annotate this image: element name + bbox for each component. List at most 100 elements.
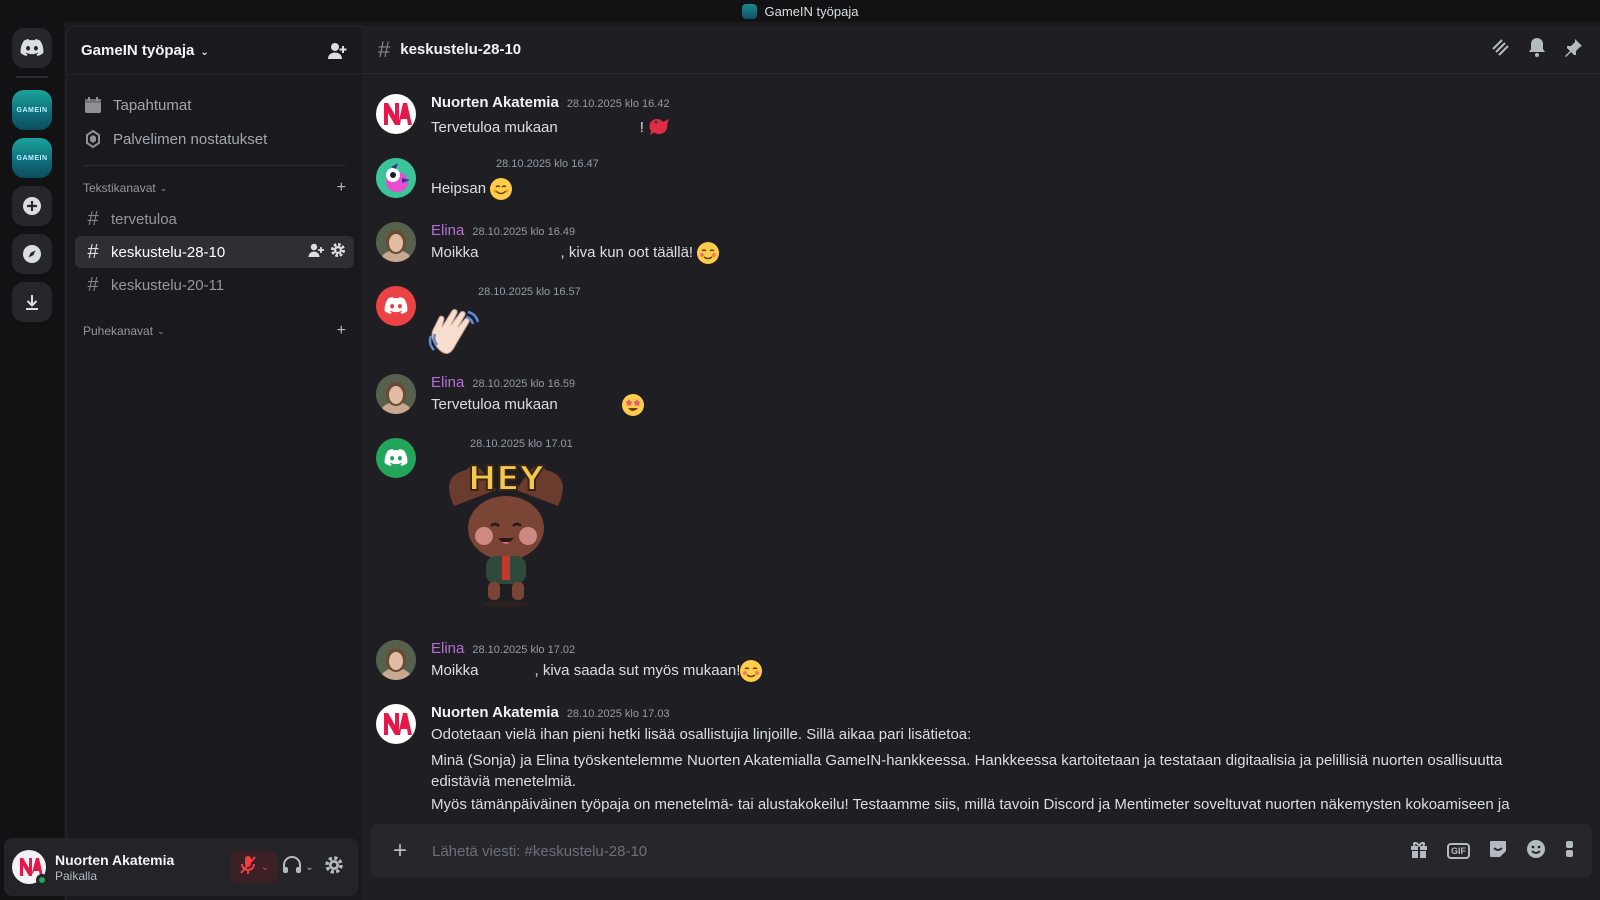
apps-icon[interactable] xyxy=(1564,839,1576,864)
rail-divider xyxy=(16,76,48,78)
online-status-dot xyxy=(36,874,48,886)
hash-icon: # xyxy=(87,207,99,230)
avatar[interactable] xyxy=(376,94,416,134)
server-icon-gamein-2[interactable]: GAMEIN xyxy=(12,138,52,178)
chevron-down-icon: ⌄ xyxy=(200,47,209,58)
category-voice-channels[interactable]: Puhekanavat ⌄ + xyxy=(67,317,362,345)
calendar-icon xyxy=(83,96,103,114)
channel-header: # keskustelu-28-10 xyxy=(362,26,1600,74)
server-icon-gamein[interactable]: GAMEIN xyxy=(12,90,52,130)
notification-bell-icon[interactable] xyxy=(1528,37,1546,62)
channel-settings-icon[interactable] xyxy=(330,242,346,262)
avatar[interactable] xyxy=(376,158,416,198)
chevron-down-icon[interactable]: ⌄ xyxy=(305,862,313,873)
smiling-face-icon xyxy=(490,178,513,201)
server-boosts-item[interactable]: Palvelimen nostatukset xyxy=(75,123,354,155)
channel-sidebar: GameIN työpaja ⌄ Tapahtumat Palvelimen no… xyxy=(66,26,362,900)
message-timestamp: 28.10.2025 klo 16.59 xyxy=(472,378,576,390)
avatar[interactable] xyxy=(376,438,416,478)
chevron-down-icon: ⌄ xyxy=(159,182,168,193)
message-author[interactable]: Nuorten Akatemia xyxy=(431,94,559,111)
channel-item-keskustelu-20-11[interactable]: # keskustelu-20-11 xyxy=(75,269,354,301)
emoji-icon[interactable] xyxy=(1526,839,1546,864)
category-text-label: Tekstikanavat xyxy=(83,181,156,195)
server-boosts-label: Palvelimen nostatukset xyxy=(113,130,268,148)
discord-home-icon[interactable] xyxy=(12,28,52,68)
message-timestamp: 28.10.2025 klo 16.57 xyxy=(478,286,581,298)
avatar[interactable] xyxy=(376,222,416,262)
waving-hand-sticker[interactable] xyxy=(428,306,484,363)
hey-bear-sticker[interactable]: HEY xyxy=(436,456,576,606)
message-timestamp: 28.10.2025 klo 16.42 xyxy=(566,98,670,110)
message-input[interactable]: Lähetä viesti: #keskustelu-28-10 xyxy=(432,843,647,860)
gear-icon xyxy=(324,855,344,880)
guild-header[interactable]: GameIN työpaja ⌄ xyxy=(67,27,362,75)
message-content: Moikka , kiva kun oot täällä! xyxy=(431,242,720,265)
user-panel: Nuorten Akatemia Paikalla ⌄ ⌄ xyxy=(4,838,358,896)
hash-icon: # xyxy=(378,36,391,62)
server-rail: GAMEIN GAMEIN xyxy=(0,22,64,900)
upload-plus-icon[interactable]: + xyxy=(386,837,414,865)
chevron-down-icon[interactable]: ⌄ xyxy=(261,862,269,873)
channel-label: keskustelu-20-11 xyxy=(111,276,225,294)
avatar[interactable] xyxy=(376,286,416,326)
server-icon-label: GAMEIN xyxy=(16,154,48,162)
channel-item-tervetuloa[interactable]: # tervetuloa xyxy=(75,203,354,235)
message-author[interactable]: Elina xyxy=(431,222,464,239)
sidebar-divider xyxy=(83,165,346,166)
message-text: , kiva saada sut myös mukaan! xyxy=(534,662,741,679)
user-name: Nuorten Akatemia xyxy=(55,851,175,868)
add-server-icon[interactable] xyxy=(12,186,52,226)
message-content: Tervetuloa mukaan xyxy=(431,394,644,417)
server-mini-icon xyxy=(741,3,757,19)
sticker-icon[interactable] xyxy=(1488,839,1508,864)
category-text-channels[interactable]: Tekstikanavat ⌄ + xyxy=(67,174,362,202)
avatar[interactable] xyxy=(376,374,416,414)
download-icon[interactable] xyxy=(12,282,52,322)
discover-icon[interactable] xyxy=(12,234,52,274)
message-composer[interactable]: + Lähetä viesti: #keskustelu-28-10 GIF xyxy=(370,824,1592,878)
channel-title: keskustelu-28-10 xyxy=(400,41,522,58)
chat-area: # keskustelu-28-10 Nuorten Akatemia 28.1… xyxy=(362,26,1600,900)
message-line: Odotetaan vielä ihan pieni hetki lisää o… xyxy=(431,726,972,743)
create-invite-icon[interactable] xyxy=(308,243,324,262)
star-struck-icon xyxy=(621,394,644,417)
sticker-text: HEY xyxy=(468,459,545,499)
guild-name[interactable]: GameIN työpaja ⌄ xyxy=(81,42,209,59)
gift-icon[interactable] xyxy=(1409,839,1429,864)
message-text: Tervetuloa mukaan xyxy=(431,396,558,413)
threads-icon[interactable] xyxy=(1490,37,1510,62)
events-item[interactable]: Tapahtumat xyxy=(75,89,354,121)
message-content: Moikka , kiva saada sut myös mukaan! xyxy=(431,660,763,683)
headphones-icon xyxy=(282,855,302,879)
message-text: Moikka xyxy=(431,244,479,261)
boost-icon xyxy=(83,130,103,148)
invite-people-icon[interactable] xyxy=(326,40,348,62)
user-settings-button[interactable] xyxy=(318,851,350,883)
deafen-button[interactable]: ⌄ xyxy=(282,851,314,883)
message-timestamp: 28.10.2025 klo 16.49 xyxy=(472,226,576,238)
message-text: Tervetuloa mukaan xyxy=(431,118,558,136)
chevron-down-icon: ⌄ xyxy=(157,325,165,336)
add-channel-icon[interactable]: + xyxy=(337,322,346,340)
message-list[interactable]: Nuorten Akatemia 28.10.2025 klo 16.42 Te… xyxy=(362,74,1600,870)
channel-label: keskustelu-28-10 xyxy=(111,243,226,261)
mute-button[interactable]: ⌄ xyxy=(230,851,278,883)
gif-button[interactable]: GIF xyxy=(1447,843,1470,859)
message-author[interactable]: Elina xyxy=(431,640,464,657)
avatar[interactable] xyxy=(376,704,416,744)
pin-icon[interactable] xyxy=(1564,37,1584,62)
avatar[interactable] xyxy=(12,850,48,886)
message-author[interactable]: Nuorten Akatemia xyxy=(431,704,559,721)
message-text: ! xyxy=(639,118,644,136)
channel-item-keskustelu-28-10[interactable]: # keskustelu-28-10 xyxy=(75,236,354,268)
message-text: , kiva kun oot täällä! xyxy=(560,244,694,261)
channel-label: tervetuloa xyxy=(111,210,177,228)
add-channel-icon[interactable]: + xyxy=(337,179,346,197)
message-content: Heipsan xyxy=(431,178,513,201)
avatar[interactable] xyxy=(376,640,416,680)
window-titlebar: GameIN työpaja xyxy=(0,0,1600,22)
mic-muted-icon xyxy=(239,855,257,880)
events-label: Tapahtumat xyxy=(113,96,192,114)
message-author[interactable]: Elina xyxy=(431,374,464,391)
